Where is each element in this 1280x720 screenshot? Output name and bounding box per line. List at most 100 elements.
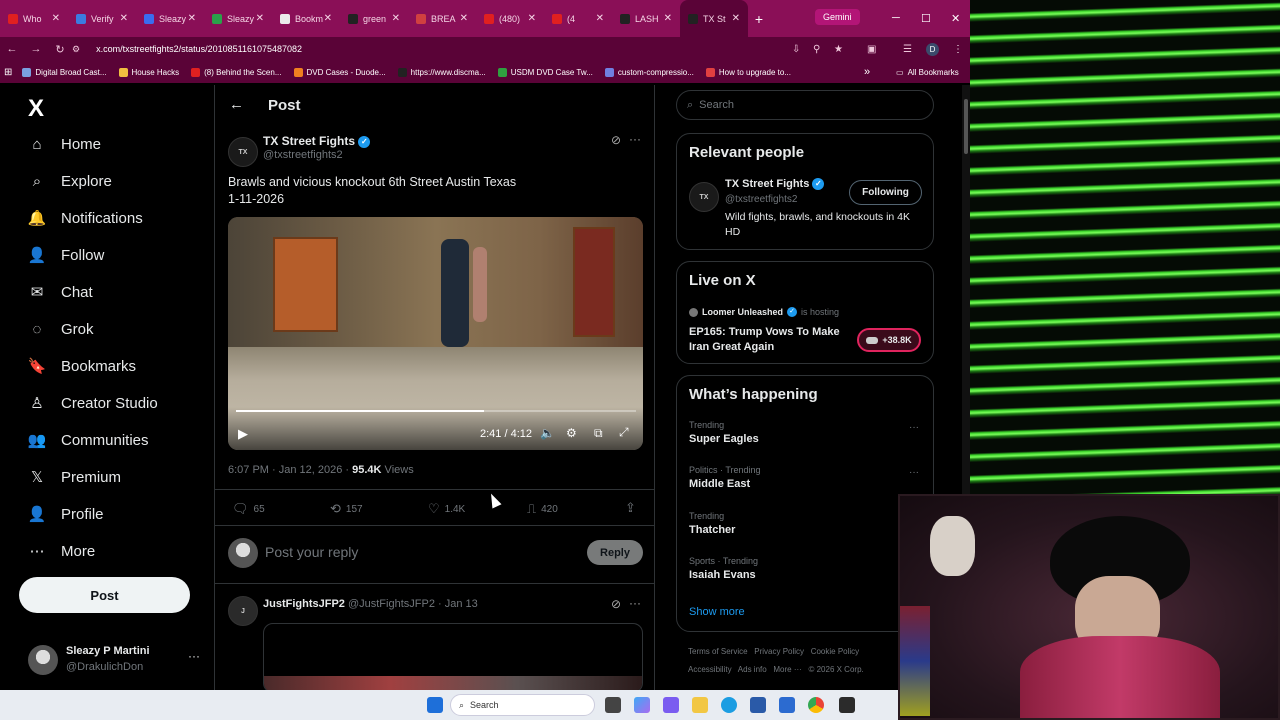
taskbar-search[interactable]: ⌕ Search <box>450 694 595 716</box>
nav-item-profile[interactable]: 👤 Profile <box>28 505 104 524</box>
start-icon[interactable] <box>427 697 443 713</box>
tab-close-icon[interactable]: ✕ <box>256 13 264 24</box>
tab-close-icon[interactable]: ✕ <box>596 13 604 24</box>
nav-item-follow[interactable]: 👤 Follow <box>28 246 105 265</box>
bookmark-item[interactable]: How to upgrade to... <box>705 67 791 77</box>
volume-icon[interactable]: 🔈 <box>540 426 555 440</box>
close-icon[interactable]: ✕ <box>951 12 960 25</box>
tab-close-icon[interactable]: ✕ <box>732 13 740 24</box>
browser-menu-icon[interactable]: ⋮ <box>953 44 963 55</box>
store-icon[interactable] <box>750 697 766 713</box>
live-title-text[interactable]: EP165: Trump Vows To Make Iran Great Aga… <box>689 325 849 355</box>
bookmark-item[interactable]: USDM DVD Case Tw... <box>497 67 593 77</box>
nav-item-explore[interactable]: ⌕ Explore <box>28 172 112 190</box>
settings-icon[interactable]: ⚙ <box>566 426 577 440</box>
scrollbar-thumb[interactable] <box>964 99 968 154</box>
app-icon[interactable] <box>839 697 855 713</box>
tab-close-icon[interactable]: ✕ <box>460 13 468 24</box>
tab-close-icon[interactable]: ✕ <box>188 13 196 24</box>
trend-item[interactable]: Trending Thatcher <box>689 511 735 536</box>
nav-item-chat[interactable]: ✉ Chat <box>28 283 93 302</box>
trend-item[interactable]: Trending Super Eagles <box>689 420 759 445</box>
nav-item-communities[interactable]: 👥 Communities <box>28 431 149 450</box>
trend-more-icon[interactable]: ··· <box>909 422 919 433</box>
nav-item-bookmarks[interactable]: 🔖 Bookmarks <box>28 357 136 376</box>
following-button[interactable]: Following <box>849 180 922 205</box>
teams-icon[interactable] <box>663 697 679 713</box>
bookmark-item[interactable]: (8) Behind the Scen... <box>191 67 282 77</box>
x-logo[interactable]: X <box>28 95 44 123</box>
extension-icon[interactable]: ▣ <box>867 44 876 55</box>
bookmark-item[interactable]: Digital Broad Cast... <box>22 67 107 77</box>
video-scrubber[interactable] <box>236 410 636 412</box>
bookmark-item[interactable]: https://www.discma... <box>397 67 486 77</box>
profile-avatar[interactable]: D <box>926 42 939 56</box>
browser-tab[interactable]: Who ✕ <box>0 0 68 37</box>
reply-author-row[interactable]: JustFightsJFP2 @JustFightsJFP2 · Jan 13 <box>263 598 478 610</box>
browser-tab[interactable]: Sleazy ✕ <box>204 0 272 37</box>
reply-button[interactable]: Reply <box>587 540 643 565</box>
browser-tab[interactable]: green ✕ <box>340 0 408 37</box>
chrome-icon[interactable] <box>808 697 824 713</box>
trend-more-icon[interactable]: ··· <box>909 467 919 478</box>
like-action[interactable]: ♡ 1.4K <box>428 501 465 517</box>
post-button[interactable]: Post <box>19 577 190 613</box>
back-arrow-icon[interactable]: ← <box>229 96 244 113</box>
browser-tab[interactable]: BREA ✕ <box>408 0 476 37</box>
bookmark-item[interactable]: custom-compressio... <box>604 67 694 77</box>
file-explorer-icon[interactable] <box>692 697 708 713</box>
browser-tab[interactable]: (480) ✕ <box>476 0 544 37</box>
share-icon[interactable]: ⇪ <box>625 500 636 516</box>
play-icon[interactable]: ▶ <box>238 426 248 442</box>
tab-close-icon[interactable]: ✕ <box>120 13 128 24</box>
relevant-name-row[interactable]: TX Street Fights ✓ <box>725 178 825 191</box>
tab-close-icon[interactable]: ✕ <box>528 13 536 24</box>
relevant-avatar[interactable]: TX <box>689 182 719 212</box>
footer-links-1[interactable]: Terms of Service Privacy Policy Cookie P… <box>688 647 859 656</box>
live-host-row[interactable]: Loomer Unleashed ✓ is hosting <box>689 307 839 317</box>
reply-more-icon[interactable]: ··· <box>629 596 641 610</box>
new-tab-button[interactable]: + <box>748 11 770 27</box>
grok-icon[interactable]: ⊘ <box>611 133 621 147</box>
bookmarks-overflow-icon[interactable]: » <box>864 66 870 78</box>
browser-tab[interactable]: Verify ✕ <box>68 0 136 37</box>
nav-item-more[interactable]: ⋯ More <box>28 542 96 561</box>
reply-action[interactable]: 🗨 65 <box>232 501 265 517</box>
zoom-icon[interactable]: ⚲ <box>813 44 820 55</box>
bookmark-item[interactable]: DVD Cases - Duode... <box>293 67 386 77</box>
edge-icon[interactable] <box>721 697 737 713</box>
bookmark-item[interactable]: House Hacks <box>118 67 179 77</box>
trend-item[interactable]: Politics · Trending Middle East <box>689 465 761 490</box>
post-more-icon[interactable]: ··· <box>629 132 641 146</box>
site-info-icon[interactable]: ⚙ <box>72 44 80 55</box>
live-listeners-badge[interactable]: +38.8K <box>857 328 921 352</box>
relevant-handle[interactable]: @txstreetfights2 <box>725 194 797 205</box>
footer-links-2[interactable]: Accessibility Ads info More ··· © 2026 X… <box>688 665 864 674</box>
nav-item-grok[interactable]: ◌ Grok <box>28 320 94 338</box>
trend-item[interactable]: Sports · Trending Isaiah Evans <box>689 556 758 581</box>
browser-tab[interactable]: (4 ✕ <box>544 0 612 37</box>
nav-item-home[interactable]: ⌂ Home <box>28 135 101 153</box>
back-icon[interactable]: ← <box>0 43 24 55</box>
browser-tab[interactable]: Sleazy ✕ <box>136 0 204 37</box>
browser-tab[interactable]: TX St ✕ <box>680 0 748 37</box>
fullscreen-icon[interactable]: ⤢ <box>619 425 629 440</box>
reply-author-avatar[interactable]: J <box>228 596 258 626</box>
pip-icon[interactable]: ⧉ <box>594 426 603 441</box>
browser-tab[interactable]: LASH ✕ <box>612 0 680 37</box>
grok-icon[interactable]: ⊘ <box>611 597 621 611</box>
install-icon[interactable]: ⇩ <box>792 44 800 55</box>
video-player[interactable]: ▶ 2:41 / 4:12 🔈 ⚙ ⧉ ⤢ <box>228 217 643 450</box>
tab-close-icon[interactable]: ✕ <box>664 13 672 24</box>
tab-close-icon[interactable]: ✕ <box>324 13 332 24</box>
apps-icon[interactable]: ⊞ <box>4 67 12 78</box>
url-field[interactable]: x.com/txstreetfights2/status/20108511610… <box>96 44 302 54</box>
nav-item-creator-studio[interactable]: ♙ Creator Studio <box>28 394 157 413</box>
tab-close-icon[interactable]: ✕ <box>392 13 400 24</box>
all-bookmarks-button[interactable]: ▭ All Bookmarks <box>896 68 959 77</box>
forward-icon[interactable]: → <box>24 43 48 55</box>
reload-icon[interactable]: ↻ <box>48 43 72 56</box>
browser-tab[interactable]: Bookm ✕ <box>272 0 340 37</box>
account-switcher[interactable]: Sleazy P Martini @DrakulichDon ··· <box>28 643 208 683</box>
author-name-row[interactable]: TX Street Fights ✓ <box>263 134 371 148</box>
